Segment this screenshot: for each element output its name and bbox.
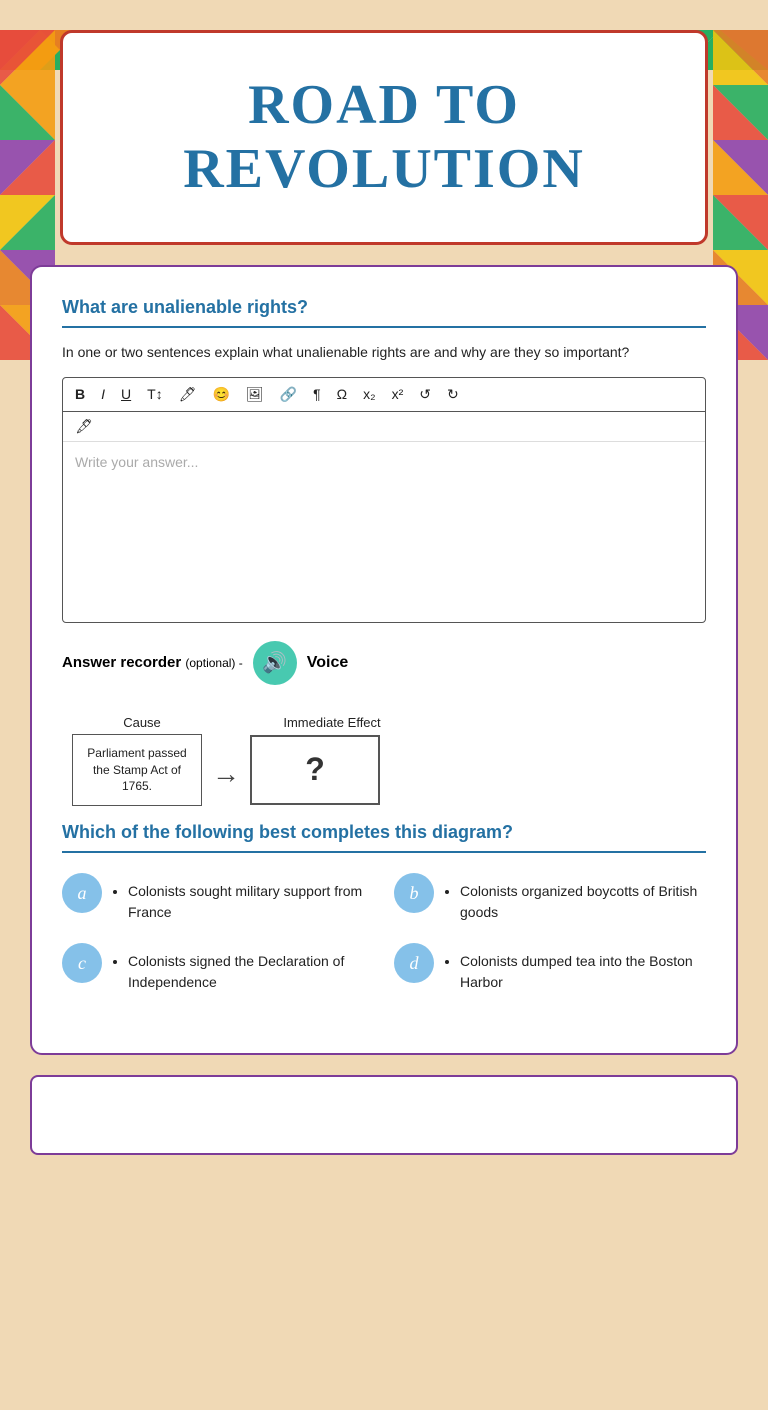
choice-d: d Colonists dumped tea into the Boston H… [394, 943, 706, 993]
subscript-button[interactable]: x₂ [359, 384, 379, 404]
link-button[interactable]: 🔗 [276, 384, 301, 405]
arrow-icon: → [212, 758, 240, 790]
recorder-label: Answer recorder (optional) - [62, 654, 243, 671]
redo-button[interactable]: ↻ [443, 384, 463, 405]
undo-button[interactable]: ↺ [415, 384, 435, 405]
editor-toolbar: B I U T↕ 🖊 😊 🖼 🔗 ¶ Ω x₂ x² ↺ ↻ [63, 378, 705, 412]
underline-button[interactable]: U [117, 384, 135, 404]
question1-instruction: In one or two sentences explain what una… [62, 342, 706, 363]
italic-button[interactable]: I [97, 384, 109, 404]
effect-box: ? [250, 735, 380, 805]
choice-text-c: Colonists signed the Declaration of Inde… [128, 943, 374, 993]
fontsize-button[interactable]: T↕ [143, 384, 167, 404]
question1-section: What are unalienable rights? In one or t… [62, 297, 706, 685]
answer-textarea[interactable]: Write your answer... [63, 442, 705, 622]
choice-text-a: Colonists sought military support from F… [128, 873, 374, 923]
voice-label: Voice [307, 654, 349, 672]
diagram-container: Parliament passed the Stamp Act of 1765.… [62, 734, 706, 806]
paragraph-button[interactable]: ¶ [309, 384, 325, 404]
question2-section: Cause Immediate Effect Parliament passed… [62, 715, 706, 993]
choice-badge-b[interactable]: b [394, 873, 434, 913]
recorder-optional: (optional) - [185, 656, 242, 670]
choice-badge-a[interactable]: a [62, 873, 102, 913]
text-editor: B I U T↕ 🖊 😊 🖼 🔗 ¶ Ω x₂ x² ↺ ↻ 🖋 [62, 377, 706, 623]
voice-record-button[interactable]: 🔊 [253, 641, 297, 685]
choice-badge-c[interactable]: c [62, 943, 102, 983]
toolbar-row2: 🖋 [63, 412, 705, 442]
page-title: ROAD TO REVOLUTION [83, 73, 685, 202]
choice-b: b Colonists organized boycotts of Britis… [394, 873, 706, 923]
question-mark: ? [305, 751, 325, 788]
bottom-card [30, 1075, 738, 1155]
cause-label: Cause [72, 715, 212, 730]
answer-recorder: Answer recorder (optional) - 🔊 Voice [62, 641, 706, 685]
image-button[interactable]: 🖼 [242, 384, 268, 405]
choice-c: c Colonists signed the Declaration of In… [62, 943, 374, 993]
effect-label: Immediate Effect [262, 715, 402, 730]
choice-text-b: Colonists organized boycotts of British … [460, 873, 706, 923]
cause-box: Parliament passed the Stamp Act of 1765. [72, 734, 202, 806]
speaker-icon: 🔊 [262, 650, 287, 675]
bold-button[interactable]: B [71, 384, 89, 404]
question1-title: What are unalienable rights? [62, 297, 706, 328]
color-button[interactable]: 🖊 [175, 384, 201, 405]
emoji-button[interactable]: 😊 [208, 384, 233, 405]
omega-button[interactable]: Ω [333, 384, 351, 404]
content-card: What are unalienable rights? In one or t… [30, 265, 738, 1055]
eraser-button[interactable]: 🖋 [71, 416, 97, 437]
choice-badge-d[interactable]: d [394, 943, 434, 983]
choices-grid: a Colonists sought military support from… [62, 873, 706, 993]
superscript-button[interactable]: x² [388, 384, 408, 404]
question2-title: Which of the following best completes th… [62, 822, 706, 853]
title-card: ROAD TO REVOLUTION [60, 30, 708, 245]
choice-a: a Colonists sought military support from… [62, 873, 374, 923]
choice-text-d: Colonists dumped tea into the Boston Har… [460, 943, 706, 993]
